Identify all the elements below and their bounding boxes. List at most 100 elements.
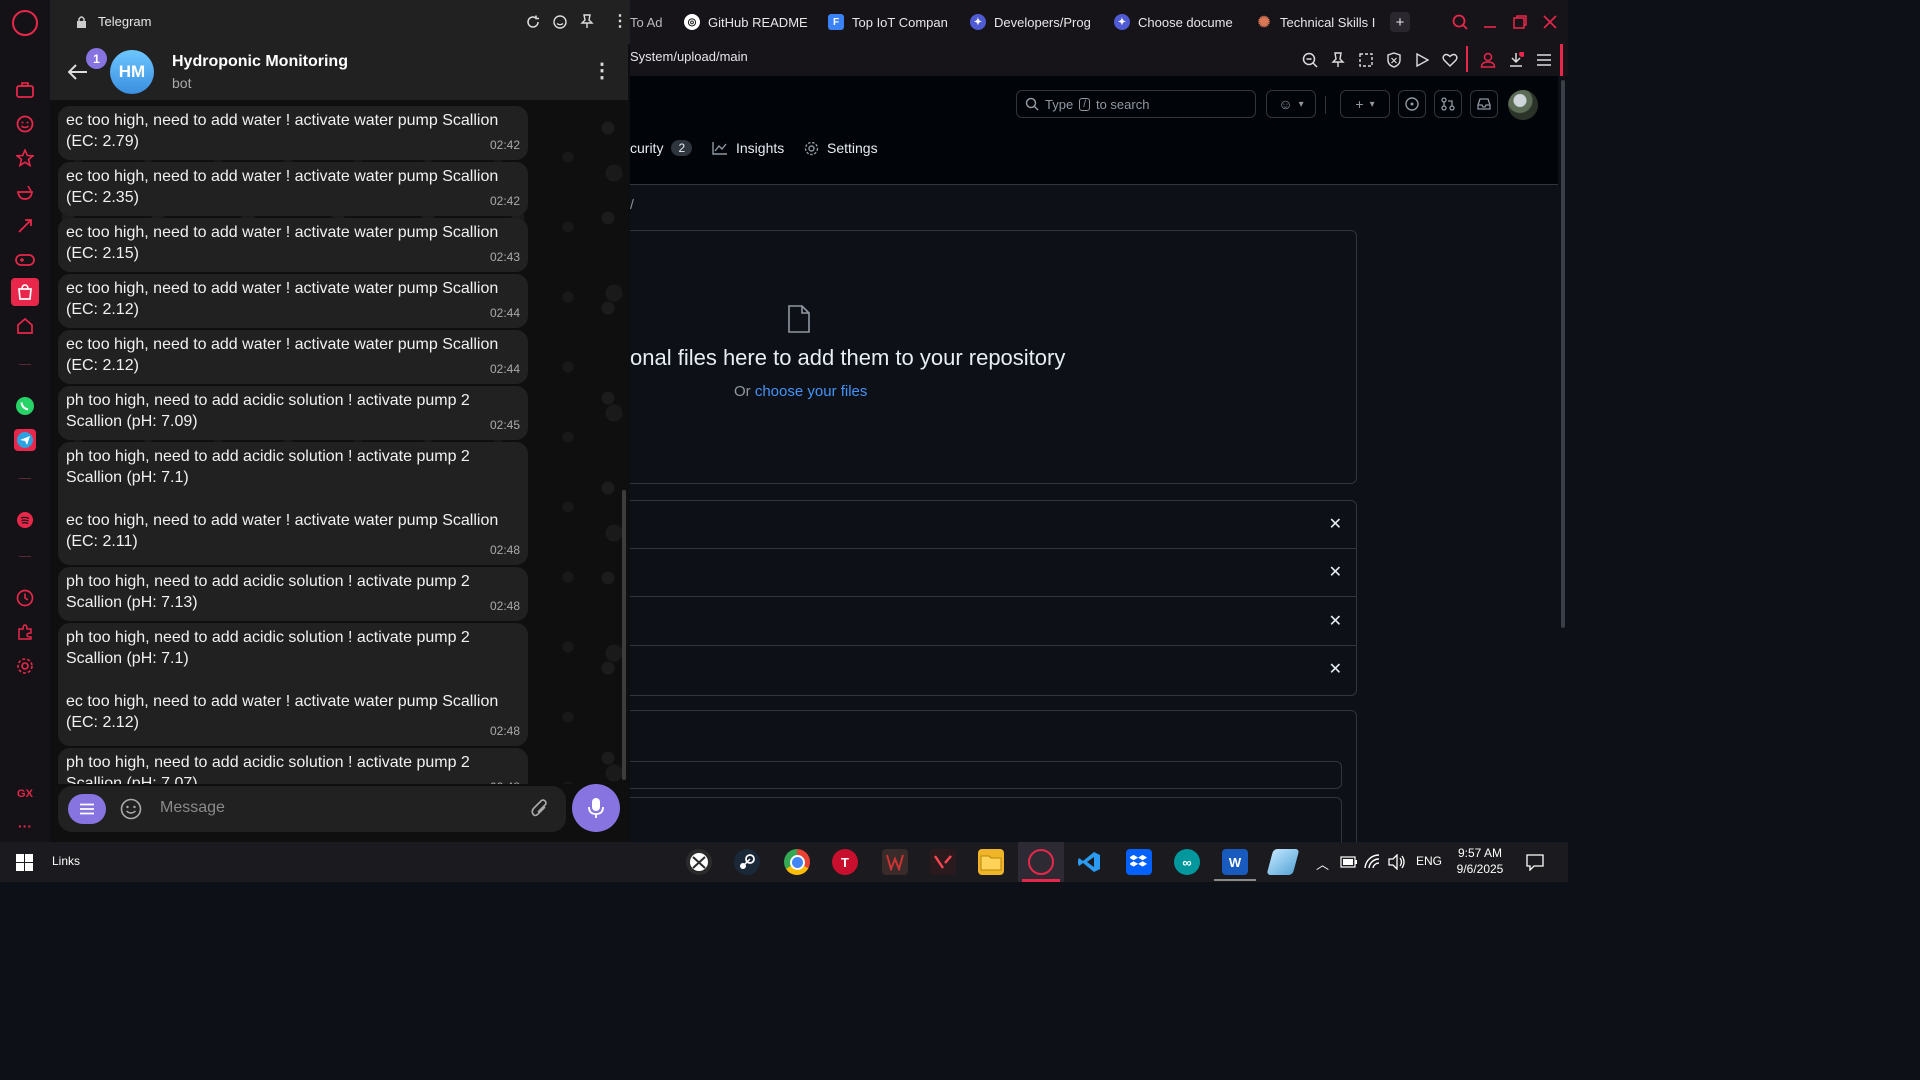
tab-security[interactable]: curity 2 [630,140,693,156]
copilot-button[interactable]: ☺ ▾ [1266,90,1316,118]
pull-requests-button[interactable] [1434,90,1462,118]
play-icon[interactable] [1412,50,1432,70]
message-bubble[interactable]: ec too high, need to add water ! activat… [58,218,528,272]
heart-icon[interactable] [1440,50,1460,70]
choose-files-link[interactable]: choose your files [755,383,868,400]
chat-scrollbar[interactable] [622,490,626,780]
tab-insights[interactable]: Insights [712,140,784,156]
sticky-app-icon[interactable] [1266,849,1300,875]
opera-logo-icon[interactable] [12,10,38,36]
vscode-icon[interactable] [1076,849,1102,875]
message-bubble[interactable]: ec too high, need to add water ! activat… [58,274,528,328]
search-icon[interactable] [1450,12,1470,32]
gx-label[interactable]: GX [13,782,37,806]
gamepad-icon[interactable] [13,248,37,272]
valorant-icon[interactable] [930,849,956,875]
emoji-icon[interactable] [120,798,142,820]
links-toolbar[interactable]: Links [52,854,80,868]
tab-github-readme[interactable]: ◎ GitHub README [684,11,814,33]
remove-file-icon[interactable]: ✕ [1329,611,1342,631]
back-arrow-icon[interactable] [68,64,88,80]
inbox-button[interactable] [1470,90,1498,118]
restore-icon[interactable] [1510,12,1530,32]
reload-icon[interactable] [526,15,540,29]
menu-icon[interactable] [1534,50,1554,70]
t-app-icon[interactable]: T [832,849,858,875]
chat-menu-icon[interactable]: ⋮ [592,58,612,83]
volume-icon[interactable] [1388,854,1406,870]
bot-menu-button[interactable] [68,794,106,824]
opera-gx-icon[interactable] [1028,849,1054,875]
whatsapp-icon[interactable] [13,394,37,418]
snapshot-icon[interactable] [1356,50,1376,70]
windows-start-icon[interactable] [16,854,33,871]
pin-icon[interactable] [1328,50,1348,70]
language-indicator[interactable]: ENG [1416,854,1442,868]
wifi-icon[interactable] [1364,854,1380,870]
notification-center-icon[interactable] [1526,854,1544,871]
remove-file-icon[interactable]: ✕ [1329,562,1342,582]
tray-overflow-icon[interactable]: ︿ [1316,854,1329,873]
bowl-icon[interactable] [13,180,37,204]
flow-icon[interactable] [13,214,37,238]
message-bubble[interactable]: ec too high, need to add water ! activat… [58,106,528,160]
search-input[interactable]: Type / to search [1016,90,1256,118]
emoji-icon[interactable] [13,112,37,136]
battery-icon[interactable] [1340,856,1358,868]
predator-icon[interactable] [882,849,908,875]
message-input[interactable]: Message [160,799,225,817]
window-menu-icon[interactable]: ⋮ [612,11,628,31]
avatar[interactable]: HM [110,50,154,94]
file-drop-zone[interactable]: onal files here to add them to your repo… [630,230,1357,484]
account-icon[interactable] [1478,50,1498,70]
briefcase-icon[interactable] [13,78,37,102]
star-icon[interactable] [13,146,37,170]
message-bubble[interactable]: ph too high, need to add acidic solution… [58,623,528,746]
message-list[interactable]: ec too high, need to add water ! activat… [50,101,628,784]
spotify-icon[interactable] [13,508,37,532]
zoom-out-icon[interactable] [1300,50,1320,70]
remove-file-icon[interactable]: ✕ [1329,659,1342,679]
more-icon[interactable]: ··· [13,814,37,838]
attachment-icon[interactable] [530,798,550,820]
page-scrollbar-thumb[interactable] [1561,80,1565,628]
message-bubble[interactable]: ph too high, need to add acidic solution… [58,748,528,784]
url-text[interactable]: System/upload/main [630,49,748,64]
create-new-button[interactable]: + ▾ [1340,90,1390,118]
message-bubble[interactable]: ph too high, need to add acidic solution… [58,567,528,621]
new-tab-icon[interactable]: + [1390,12,1410,32]
emoji-icon[interactable] [553,15,567,29]
xbox-icon[interactable] [686,849,712,875]
tab-choose-document[interactable]: ✦ Choose docume [1114,11,1234,33]
chrome-icon[interactable] [784,849,810,875]
commit-description-input[interactable] [630,797,1342,842]
file-explorer-icon[interactable] [978,849,1004,875]
message-bubble[interactable]: ph too high, need to add acidic solution… [58,442,528,565]
history-icon[interactable] [13,586,37,610]
extensions-icon[interactable] [13,620,37,644]
steam-icon[interactable] [734,849,760,875]
close-window-icon[interactable] [1540,12,1560,32]
pin-icon[interactable] [580,14,594,29]
word-icon[interactable]: W [1222,849,1248,875]
avatar[interactable] [1508,90,1538,120]
chat-title[interactable]: Hydroponic Monitoring [172,53,348,71]
clock[interactable]: 9:57 AM 9/6/2025 [1452,845,1508,877]
voice-record-button[interactable] [572,784,620,832]
download-icon[interactable] [1506,50,1526,70]
tab-technical-skills[interactable]: ✺ Technical Skills I [1256,11,1384,33]
shopping-bag-icon[interactable] [11,278,39,306]
tab-developers[interactable]: ✦ Developers/Prog [970,11,1094,33]
remove-file-icon[interactable]: ✕ [1329,514,1342,534]
shield-icon[interactable] [1384,50,1404,70]
minimize-icon[interactable] [1480,12,1500,32]
home-icon[interactable] [13,314,37,338]
message-bubble[interactable]: ph too high, need to add acidic solution… [58,386,528,440]
issues-button[interactable] [1398,90,1426,118]
dropbox-icon[interactable] [1126,849,1152,875]
message-bubble[interactable]: ec too high, need to add water ! activat… [58,330,528,384]
commit-summary-input[interactable] [630,761,1342,789]
telegram-sidebar-icon[interactable] [13,428,37,452]
tab-top-iot[interactable]: F Top IoT Compan [828,11,950,33]
settings-gear-icon[interactable] [13,654,37,678]
